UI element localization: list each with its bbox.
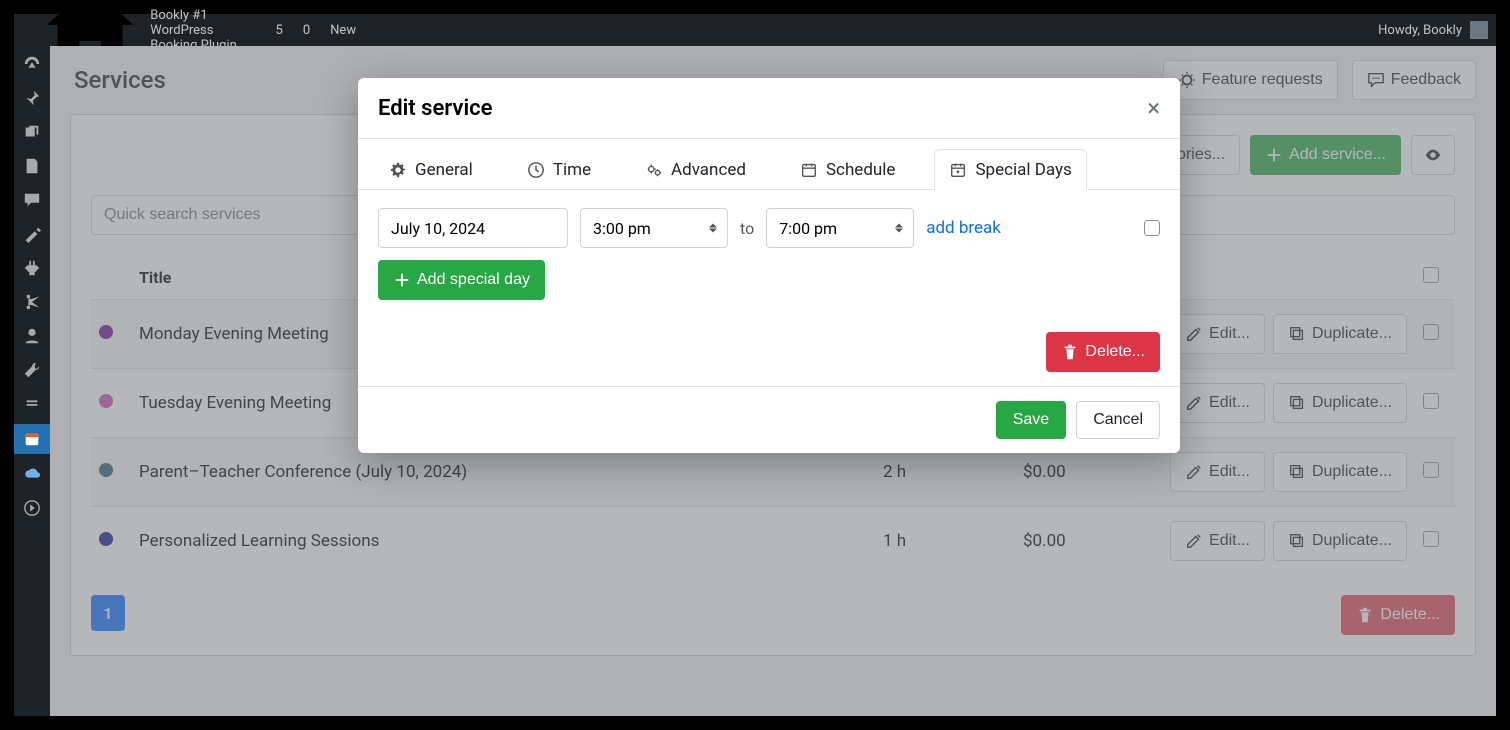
cloud-icon[interactable]	[22, 464, 42, 484]
tab-advanced-label: Advanced	[671, 160, 746, 180]
cut-icon[interactable]	[22, 292, 42, 312]
howdy-label[interactable]: Howdy, Bookly	[1378, 23, 1462, 38]
save-label: Save	[1013, 411, 1049, 429]
comments-count: 0	[303, 23, 310, 38]
date-value: July 10, 2024	[391, 219, 485, 238]
settings-icon[interactable]	[22, 394, 42, 414]
pages-icon[interactable]	[22, 156, 42, 176]
tab-time-label: Time	[553, 160, 591, 180]
new-content-link[interactable]: New	[324, 23, 356, 38]
modal-tabs: General Time Advanced Schedule Special D…	[358, 139, 1180, 190]
tab-general-label: General	[415, 160, 473, 180]
appearance-icon[interactable]	[22, 224, 42, 244]
tab-schedule-label: Schedule	[826, 160, 895, 180]
add-special-day-button[interactable]: Add special day	[378, 260, 545, 300]
cancel-button[interactable]: Cancel	[1076, 401, 1160, 439]
special-day-date-input[interactable]: July 10, 2024	[378, 208, 568, 248]
users-icon[interactable]	[22, 326, 42, 346]
delete-label: Delete...	[1085, 343, 1145, 361]
comments-link[interactable]: 0	[297, 23, 310, 38]
new-label: New	[330, 23, 356, 38]
time-to-select[interactable]: 7:00 pm	[766, 208, 914, 248]
chevron-updown-icon	[895, 220, 903, 237]
gear-icon	[389, 161, 407, 179]
media-icon[interactable]	[22, 122, 42, 142]
modal-title: Edit service	[378, 96, 492, 121]
tab-advanced[interactable]: Advanced	[630, 149, 761, 190]
pin-icon[interactable]	[22, 88, 42, 108]
close-icon[interactable]: ×	[1147, 94, 1160, 122]
updates-link[interactable]: 5	[270, 23, 283, 38]
tab-special-days-label: Special Days	[975, 160, 1071, 180]
updates-count: 5	[276, 23, 283, 38]
collapse-icon[interactable]	[22, 498, 42, 518]
comments-icon[interactable]	[22, 190, 42, 210]
tab-time[interactable]: Time	[512, 149, 606, 190]
calendar-icon	[800, 161, 818, 179]
delete-service-button[interactable]: Delete...	[1046, 332, 1160, 372]
special-day-checkbox[interactable]	[1144, 220, 1160, 236]
gears-icon	[645, 161, 663, 179]
chevron-updown-icon	[709, 220, 717, 237]
plugins-icon[interactable]	[22, 258, 42, 278]
add-break-link[interactable]: add break	[926, 218, 1001, 238]
wp-admin-bar: Bookly #1 WordPress Booking Plugin 5 0 N…	[14, 14, 1496, 46]
add-special-day-label: Add special day	[417, 271, 530, 289]
to-label: to	[740, 219, 754, 238]
clock-icon	[527, 161, 545, 179]
dashboard-icon[interactable]	[22, 54, 42, 74]
bookly-icon[interactable]	[14, 424, 50, 454]
tab-schedule[interactable]: Schedule	[785, 149, 910, 190]
save-button[interactable]: Save	[996, 401, 1066, 439]
tab-special-days[interactable]: Special Days	[934, 149, 1086, 190]
wp-admin-menu	[14, 46, 50, 716]
time-to-value: 7:00 pm	[779, 219, 837, 238]
time-from-value: 3:00 pm	[593, 219, 651, 238]
avatar[interactable]	[1470, 21, 1488, 39]
tab-general[interactable]: General	[374, 149, 488, 190]
edit-service-modal: Edit service × General Time Advanced Sch…	[358, 78, 1180, 453]
tools-icon[interactable]	[22, 360, 42, 380]
calendar-star-icon	[949, 161, 967, 179]
time-from-select[interactable]: 3:00 pm	[580, 208, 728, 248]
cancel-label: Cancel	[1093, 411, 1143, 429]
